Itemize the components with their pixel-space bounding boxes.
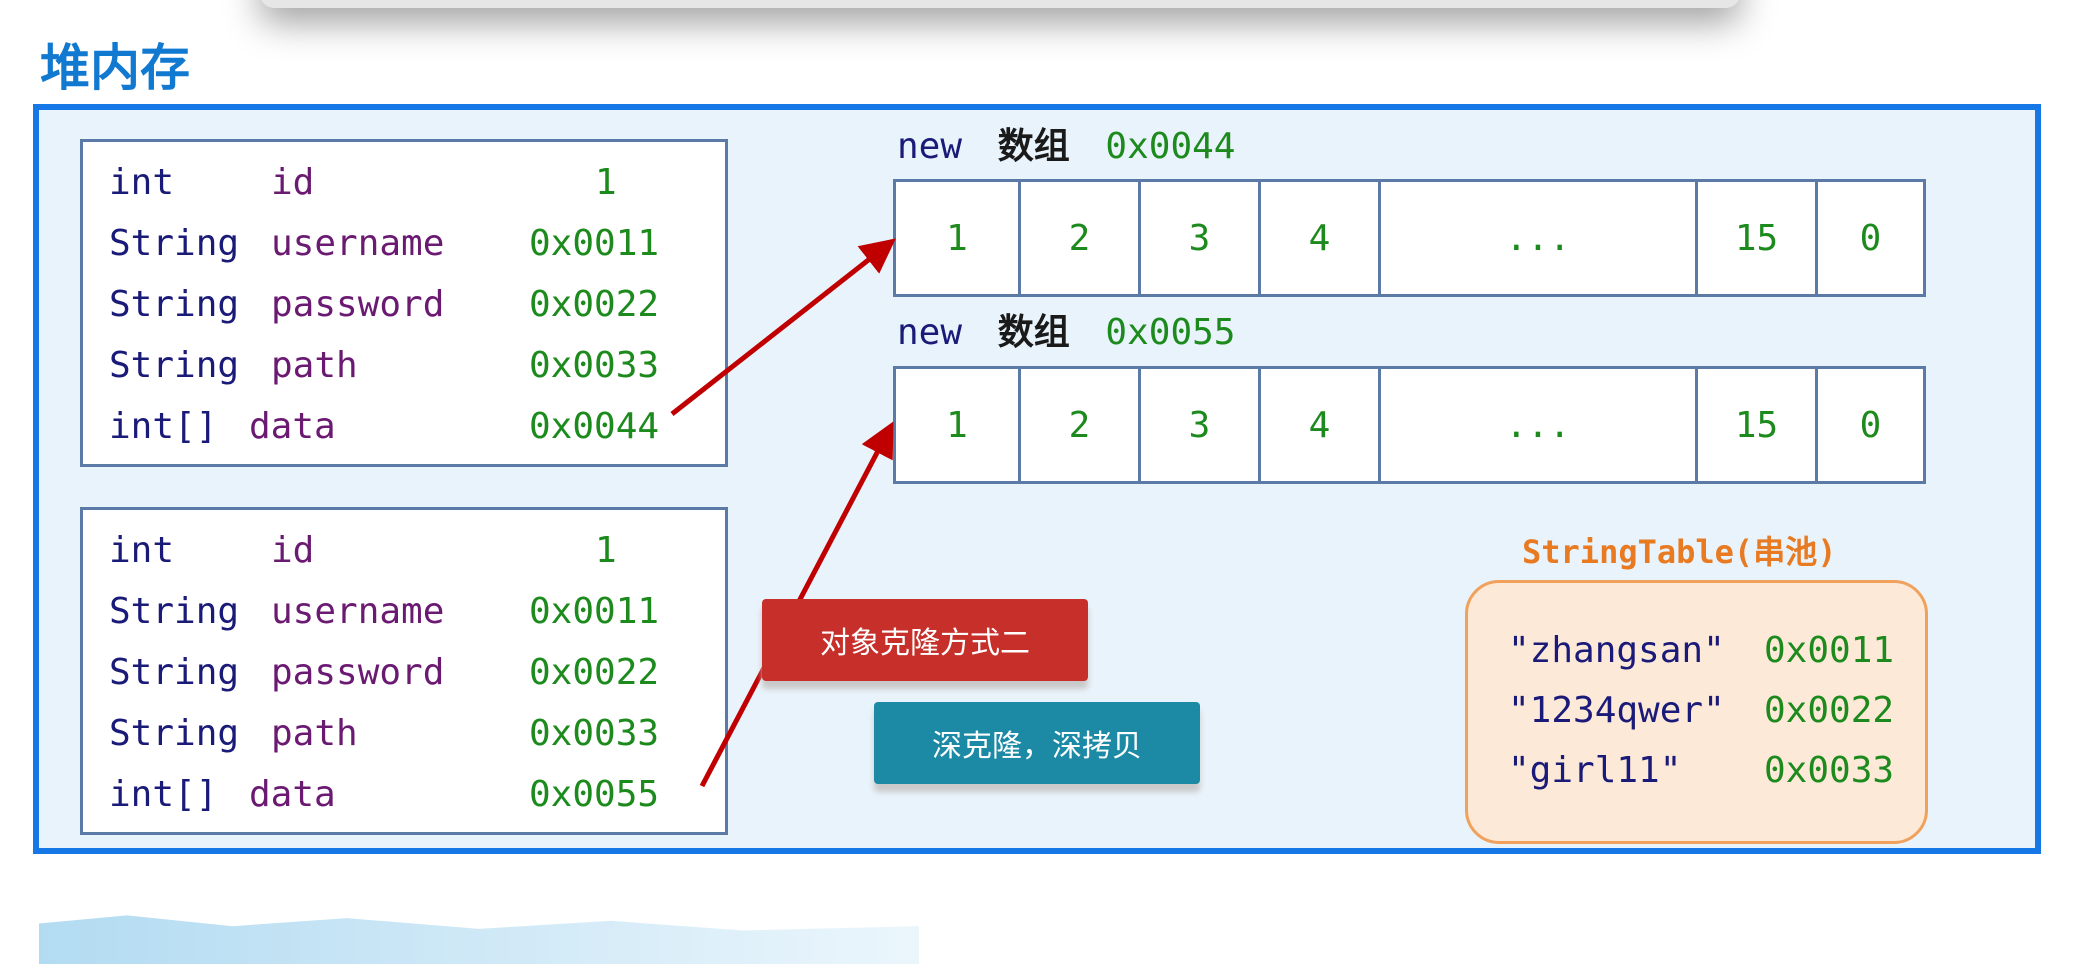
deep-clone-button[interactable]: 深克隆，深拷贝 [874,702,1200,784]
pointer-arrow-1 [670,238,896,416]
string-literal: "1234qwer" [1508,690,1725,731]
string-table-title: StringTable(串池) [1522,533,1837,571]
decorative-wave [39,915,919,964]
string-literal: "girl11" [1508,750,1682,791]
string-literal: "zhangsan" [1508,630,1725,671]
string-address: 0x0033 [1764,750,1895,791]
string-address: 0x0011 [1764,630,1895,671]
string-table-box: "zhangsan" 0x0011 "1234qwer" 0x0022 "gir… [1465,580,1928,844]
clone-method-two-button[interactable]: 对象克隆方式二 [762,599,1088,681]
string-address: 0x0022 [1764,690,1895,731]
